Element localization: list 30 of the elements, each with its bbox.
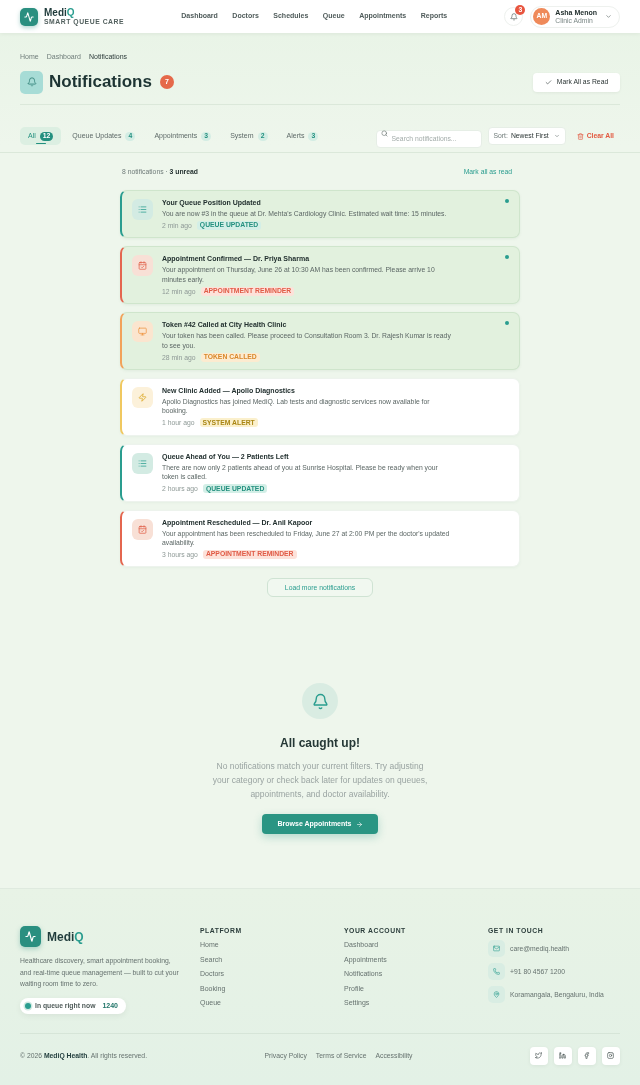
list-icon (132, 452, 153, 474)
arrow-right-icon (355, 820, 363, 828)
empty-state-title: All caught up! (280, 736, 360, 752)
active-tab-underline (36, 142, 46, 144)
instagram-icon[interactable] (602, 1046, 620, 1065)
trash-icon (576, 132, 584, 140)
chevron-down-icon (605, 13, 612, 20)
empty-state-message: No notifications match your current filters. Try adjusting your category or check back later for updates on queues, appointments, and doctor availability. (211, 760, 429, 801)
calendar-check-icon (132, 518, 153, 540)
lightning-icon (132, 387, 153, 409)
mail-icon (488, 940, 505, 958)
search-icon (380, 129, 388, 137)
bell-icon (20, 70, 43, 94)
logo-icon[interactable] (20, 7, 38, 26)
brand-name: MediQ (44, 7, 76, 18)
brand-name: MediQ (47, 928, 84, 946)
bell-icon (509, 12, 518, 21)
monitor-icon (132, 321, 153, 343)
linkedin-icon[interactable] (554, 1046, 572, 1065)
phone-icon (488, 963, 505, 981)
calendar-check-icon (132, 255, 153, 277)
list-icon (132, 199, 153, 220)
logo-icon[interactable] (20, 926, 41, 948)
chevron-down-icon (553, 133, 560, 139)
facebook-icon[interactable] (578, 1046, 596, 1065)
twitter-icon[interactable] (530, 1046, 548, 1065)
check-icon (544, 78, 552, 86)
bell-icon (302, 683, 338, 720)
map-pin-icon (488, 986, 505, 1004)
page-title: Notifications (49, 71, 152, 93)
